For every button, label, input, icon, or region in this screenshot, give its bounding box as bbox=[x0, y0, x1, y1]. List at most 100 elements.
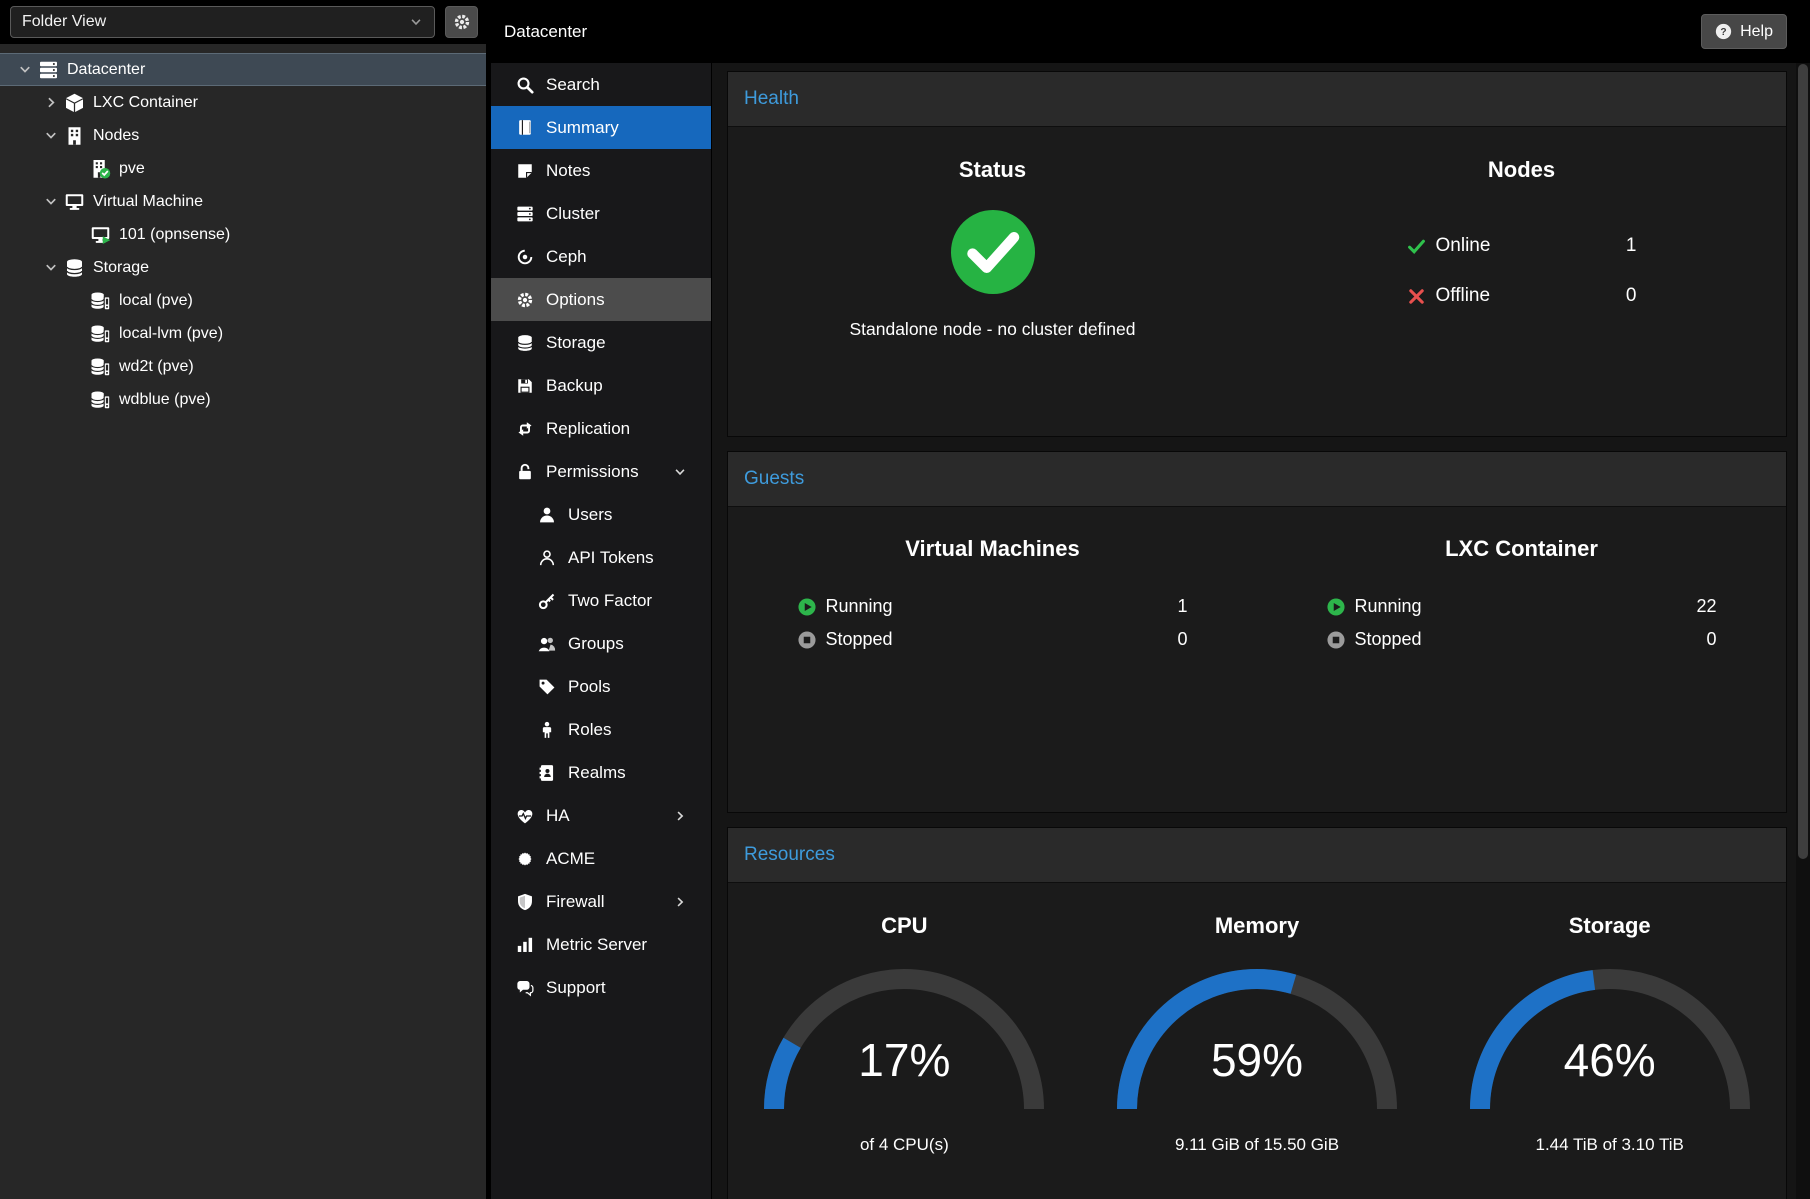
tree-item-virtual-machine[interactable]: Virtual Machine bbox=[0, 185, 486, 218]
memory-gauge: 59% bbox=[1107, 959, 1407, 1119]
person-icon bbox=[537, 721, 557, 739]
vm-running-row: Running 1 bbox=[798, 590, 1188, 623]
scrollbar-thumb[interactable] bbox=[1798, 64, 1808, 859]
nav-label: Pools bbox=[568, 677, 611, 697]
nav-item-ceph[interactable]: Ceph bbox=[491, 235, 711, 278]
nav-item-users[interactable]: Users bbox=[491, 493, 711, 536]
proxmox-app: Folder View Datacenter LXC Container bbox=[0, 0, 1810, 1199]
cpu-detail: of 4 CPU(s) bbox=[728, 1135, 1081, 1155]
expander-spacer bbox=[66, 227, 88, 242]
row-value: 22 bbox=[1696, 596, 1716, 617]
view-selector[interactable]: Folder View bbox=[10, 6, 435, 38]
help-button[interactable]: ? Help bbox=[1701, 14, 1787, 49]
chevron-right-icon[interactable] bbox=[40, 95, 62, 110]
nav-item-groups[interactable]: Groups bbox=[491, 622, 711, 665]
tree-item-label: wdblue (pve) bbox=[119, 391, 211, 409]
memory-percent: 59% bbox=[1107, 1033, 1407, 1087]
tree-item-wd2t[interactable]: wd2t (pve) bbox=[0, 350, 486, 383]
nav-label: Ceph bbox=[546, 247, 587, 267]
tree-item-101-opnsense[interactable]: 101 (opnsense) bbox=[0, 218, 486, 251]
tree-item-nodes[interactable]: Nodes bbox=[0, 119, 486, 152]
resources-panel-header: Resources bbox=[728, 828, 1786, 883]
row-value: 0 bbox=[1177, 629, 1187, 650]
chevron-down-icon[interactable] bbox=[14, 62, 36, 77]
cube-icon bbox=[64, 93, 85, 113]
chevron-down-icon[interactable] bbox=[40, 194, 62, 209]
tree-item-label: local (pve) bbox=[119, 292, 193, 310]
nav-item-acme[interactable]: ACME bbox=[491, 837, 711, 880]
nav-label: Metric Server bbox=[546, 935, 647, 955]
nav-item-pools[interactable]: Pools bbox=[491, 665, 711, 708]
user-icon bbox=[537, 506, 557, 524]
guests-panel-header: Guests bbox=[728, 452, 1786, 507]
node-online-icon bbox=[90, 159, 111, 179]
address-book-icon bbox=[537, 764, 557, 782]
bar-chart-icon bbox=[515, 936, 535, 954]
resource-tree: Datacenter LXC Container Nodes pve Virtu bbox=[0, 44, 486, 1199]
nav-item-cluster[interactable]: Cluster bbox=[491, 192, 711, 235]
tree-item-datacenter[interactable]: Datacenter bbox=[0, 53, 486, 86]
nav-item-roles[interactable]: Roles bbox=[491, 708, 711, 751]
nav-item-search[interactable]: Search bbox=[491, 63, 711, 106]
nav-label: Backup bbox=[546, 376, 603, 396]
unlock-icon bbox=[515, 463, 535, 481]
nav-item-ha[interactable]: HA bbox=[491, 794, 711, 837]
comments-icon bbox=[515, 979, 535, 997]
tree-item-label: 101 (opnsense) bbox=[119, 226, 230, 244]
view-selector-value: Folder View bbox=[22, 13, 106, 31]
nav-label: Notes bbox=[546, 161, 590, 181]
storage-detail: 1.44 TiB of 3.10 TiB bbox=[1433, 1135, 1786, 1155]
cpu-percent: 17% bbox=[754, 1033, 1054, 1087]
retweet-icon bbox=[515, 420, 535, 438]
storage-percent: 46% bbox=[1460, 1033, 1760, 1087]
nav-label: Roles bbox=[568, 720, 611, 740]
nav-item-options[interactable]: Options bbox=[491, 278, 711, 321]
nav-item-notes[interactable]: Notes bbox=[491, 149, 711, 192]
chevron-down-icon bbox=[673, 465, 687, 479]
nav-item-replication[interactable]: Replication bbox=[491, 407, 711, 450]
tag-icon bbox=[537, 678, 557, 696]
nodes-online-row: Online 1 bbox=[1407, 221, 1637, 271]
expander-spacer bbox=[66, 161, 88, 176]
content-header: Datacenter ? Help bbox=[491, 0, 1810, 63]
stop-circle-icon bbox=[798, 631, 816, 649]
page-title: Datacenter bbox=[504, 22, 587, 42]
vertical-scrollbar[interactable] bbox=[1796, 63, 1810, 1199]
tree-item-lxc-container[interactable]: LXC Container bbox=[0, 86, 486, 119]
nav-item-firewall[interactable]: Firewall bbox=[491, 880, 711, 923]
nav-item-storage[interactable]: Storage bbox=[491, 321, 711, 364]
chevron-down-icon[interactable] bbox=[40, 128, 62, 143]
lxc-stopped-row: Stopped 0 bbox=[1327, 623, 1717, 656]
tree-item-wdblue[interactable]: wdblue (pve) bbox=[0, 383, 486, 416]
nav-item-support[interactable]: Support bbox=[491, 966, 711, 1009]
nav-item-summary[interactable]: Summary bbox=[491, 106, 711, 149]
tree-item-local[interactable]: local (pve) bbox=[0, 284, 486, 317]
tree-item-pve[interactable]: pve bbox=[0, 152, 486, 185]
tree-item-label: wd2t (pve) bbox=[119, 358, 194, 376]
nav-item-realms[interactable]: Realms bbox=[491, 751, 711, 794]
storage-drive-icon bbox=[90, 324, 111, 344]
svg-text:?: ? bbox=[1720, 27, 1726, 38]
tree-item-local-lvm[interactable]: local-lvm (pve) bbox=[0, 317, 486, 350]
summary-content: Health Status Standalone node - no clust… bbox=[712, 63, 1796, 1199]
check-icon bbox=[1407, 237, 1426, 256]
nav-item-two-factor[interactable]: Two Factor bbox=[491, 579, 711, 622]
chevron-down-icon[interactable] bbox=[40, 260, 62, 275]
guests-panel-title: Guests bbox=[744, 468, 804, 490]
chevron-right-icon bbox=[673, 809, 687, 823]
user-outline-icon bbox=[537, 549, 557, 567]
sticky-note-icon bbox=[515, 162, 535, 180]
tree-settings-button[interactable] bbox=[445, 6, 478, 38]
nav-item-backup[interactable]: Backup bbox=[491, 364, 711, 407]
nav-item-permissions[interactable]: Permissions bbox=[491, 450, 711, 493]
floppy-icon bbox=[515, 377, 535, 395]
tree-item-label: Datacenter bbox=[67, 61, 145, 79]
database-icon bbox=[515, 334, 535, 352]
desktop-icon bbox=[64, 192, 85, 212]
expander-spacer bbox=[66, 326, 88, 341]
vm-running-icon bbox=[90, 225, 111, 245]
row-label: Offline bbox=[1436, 285, 1491, 307]
nav-item-metric-server[interactable]: Metric Server bbox=[491, 923, 711, 966]
tree-item-storage[interactable]: Storage bbox=[0, 251, 486, 284]
nav-item-api-tokens[interactable]: API Tokens bbox=[491, 536, 711, 579]
